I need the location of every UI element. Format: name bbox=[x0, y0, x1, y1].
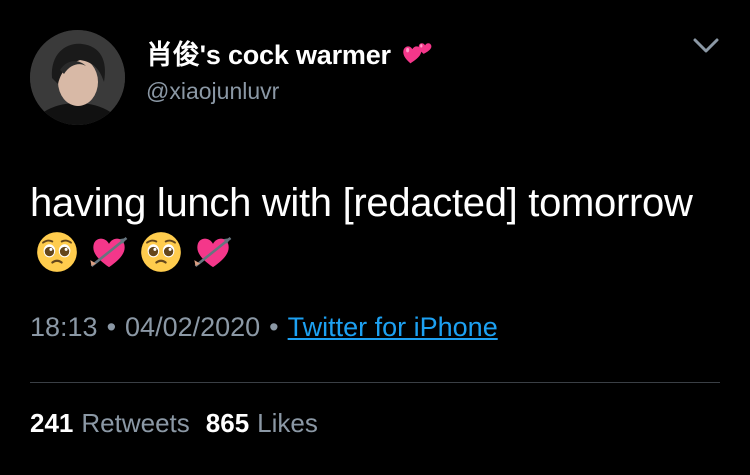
meta-separator: • bbox=[269, 312, 279, 342]
tweet-date: 04/02/2020 bbox=[125, 312, 261, 342]
retweets-count[interactable]: 241 bbox=[30, 408, 73, 439]
chevron-down-icon[interactable] bbox=[690, 34, 722, 58]
tweet-text-body: having lunch with [redacted] tomorrow bbox=[30, 181, 693, 225]
likes-count[interactable]: 865 bbox=[206, 408, 249, 439]
tweet-stats: 241 Retweets 865 Likes bbox=[30, 408, 334, 439]
two-hearts-icon bbox=[403, 43, 432, 64]
display-name[interactable]: 肖俊's cock warmer bbox=[146, 33, 391, 72]
pleading-face-icon bbox=[37, 232, 77, 272]
avatar-photo bbox=[30, 30, 125, 125]
tweet-meta: 18:13 • 04/02/2020 • Twitter for iPhone bbox=[30, 312, 498, 343]
avatar[interactable] bbox=[30, 30, 125, 125]
heart-with-arrow-icon bbox=[194, 236, 232, 268]
pleading-face-icon bbox=[141, 232, 181, 272]
tweet-emojis bbox=[36, 231, 234, 273]
heart-with-arrow-icon bbox=[90, 236, 128, 268]
meta-separator: • bbox=[106, 312, 117, 342]
tweet-text: having lunch with [redacted] tomorrow bbox=[30, 178, 720, 278]
retweets-label[interactable]: Retweets bbox=[81, 408, 189, 439]
divider bbox=[30, 382, 720, 383]
tweet-time: 18:13 bbox=[30, 312, 98, 342]
display-name-row: 肖俊's cock warmer bbox=[146, 34, 435, 70]
tweet-card: 肖俊's cock warmer @xiaojunluvr having lun… bbox=[0, 0, 750, 475]
likes-label[interactable]: Likes bbox=[257, 408, 318, 439]
tweet-source-link[interactable]: Twitter for iPhone bbox=[288, 312, 498, 343]
user-handle[interactable]: @xiaojunluvr bbox=[146, 78, 279, 105]
